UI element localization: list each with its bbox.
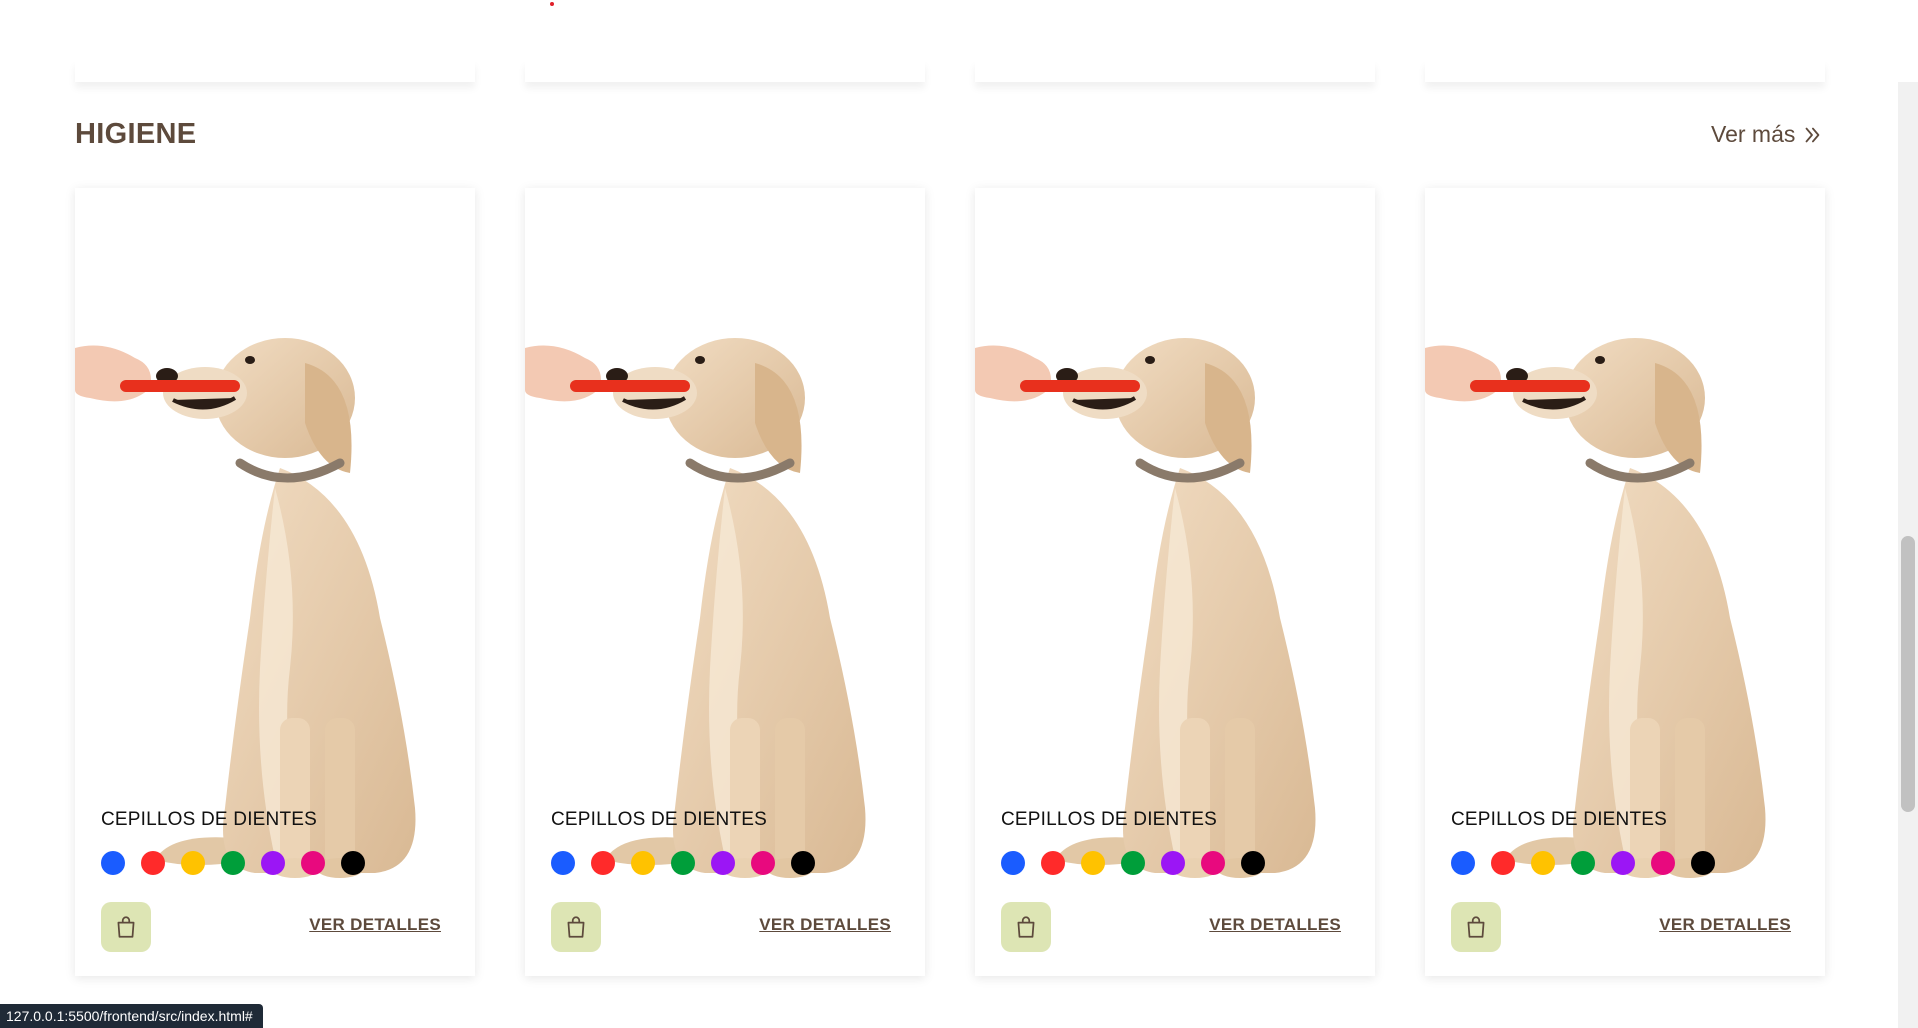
color-swatch[interactable] [1161,851,1185,875]
view-details-link[interactable]: VER DETALLES [309,915,441,935]
color-swatches [1001,851,1265,875]
color-swatch[interactable] [671,851,695,875]
dog-toothbrush-illustration [525,338,866,878]
color-swatch[interactable] [1241,851,1265,875]
product-card: CEPILLOS DE DIENTES VER DETALLES [75,188,475,976]
color-swatch[interactable] [551,851,575,875]
add-to-cart-button[interactable] [1001,902,1051,952]
color-swatch[interactable] [1651,851,1675,875]
color-swatch[interactable] [301,851,325,875]
previous-card-edge [975,60,1375,82]
color-swatch[interactable] [1201,851,1225,875]
dog-toothbrush-illustration [975,338,1316,878]
color-swatch[interactable] [1121,851,1145,875]
color-swatch[interactable] [751,851,775,875]
color-swatch[interactable] [1531,851,1555,875]
color-swatch[interactable] [261,851,285,875]
view-details-link[interactable]: VER DETALLES [759,915,891,935]
color-swatch[interactable] [1571,851,1595,875]
color-swatch[interactable] [101,851,125,875]
dog-toothbrush-illustration [1425,338,1766,878]
color-swatch[interactable] [711,851,735,875]
color-swatch[interactable] [591,851,615,875]
product-card: CEPILLOS DE DIENTES VER DETALLES [525,188,925,976]
product-image[interactable] [1425,248,1825,954]
shopping-bag-icon [567,916,585,938]
view-details-link[interactable]: VER DETALLES [1659,915,1791,935]
decorative-dot [550,2,554,6]
color-swatches [1451,851,1715,875]
product-card: CEPILLOS DE DIENTES VER DETALLES [975,188,1375,976]
color-swatch[interactable] [1611,851,1635,875]
add-to-cart-button[interactable] [101,902,151,952]
scrollbar-thumb[interactable] [1901,536,1915,812]
color-swatch[interactable] [631,851,655,875]
shopping-bag-icon [1017,916,1035,938]
add-to-cart-button[interactable] [1451,902,1501,952]
previous-card-edge [525,60,925,82]
section-title: HIGIENE [75,118,197,150]
color-swatch[interactable] [181,851,205,875]
product-image[interactable] [975,248,1375,954]
color-swatch[interactable] [1451,851,1475,875]
product-name: CEPILLOS DE DIENTES [1451,809,1668,830]
color-swatches [551,851,815,875]
color-swatch[interactable] [1081,851,1105,875]
color-swatch[interactable] [1491,851,1515,875]
color-swatch[interactable] [141,851,165,875]
add-to-cart-button[interactable] [551,902,601,952]
color-swatch[interactable] [1691,851,1715,875]
see-more-link[interactable]: Ver más [1711,121,1823,148]
product-name: CEPILLOS DE DIENTES [551,809,768,830]
see-more-label: Ver más [1711,121,1796,147]
color-swatches [101,851,365,875]
color-swatch[interactable] [791,851,815,875]
status-bar-url: 127.0.0.1:5500/frontend/src/index.html# [0,1004,263,1028]
product-name: CEPILLOS DE DIENTES [101,809,318,830]
color-swatch[interactable] [1041,851,1065,875]
product-image[interactable] [75,248,475,954]
color-swatch[interactable] [341,851,365,875]
product-card: CEPILLOS DE DIENTES VER DETALLES [1425,188,1825,976]
product-image[interactable] [525,248,925,954]
shopping-bag-icon [1467,916,1485,938]
product-name: CEPILLOS DE DIENTES [1001,809,1218,830]
previous-card-edge [1425,60,1825,82]
color-swatch[interactable] [1001,851,1025,875]
double-chevron-right-icon [1805,127,1820,142]
dog-toothbrush-illustration [75,338,416,878]
previous-card-edge [75,60,475,82]
color-swatch[interactable] [221,851,245,875]
view-details-link[interactable]: VER DETALLES [1209,915,1341,935]
shopping-bag-icon [117,916,135,938]
